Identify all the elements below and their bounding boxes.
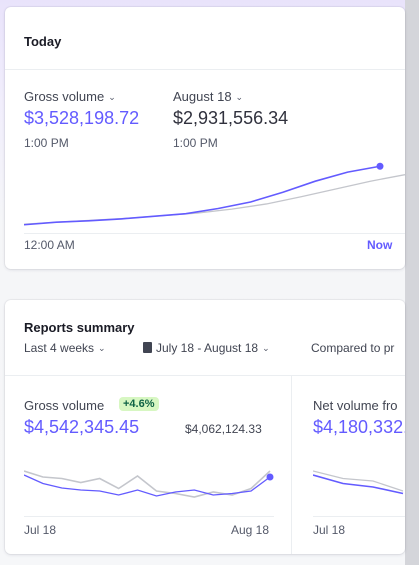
- gross-axis-start: Jul 18: [24, 523, 57, 537]
- filters-divider: [5, 375, 405, 376]
- reports-summary-title: Reports summary: [24, 320, 135, 335]
- gross-volume-dropdown[interactable]: Gross volume ⌄: [24, 89, 116, 104]
- compare-date-dropdown[interactable]: August 18 ⌄: [173, 89, 243, 104]
- current-point-marker: [266, 473, 274, 481]
- gross-volume-previous: $4,062,124.33: [185, 422, 262, 436]
- scrollbar-track[interactable]: [405, 0, 419, 565]
- chevron-down-icon: ⌄: [262, 343, 270, 354]
- gross-volume-tile-label: Gross volume: [24, 398, 105, 413]
- compare-filter-label: Compared to pr: [311, 341, 395, 355]
- gross-volume-value: $3,528,198.72: [24, 108, 140, 128]
- today-line-chart: [24, 162, 405, 226]
- compare-filter-dropdown[interactable]: Compared to pr: [311, 341, 394, 355]
- sparkline-baseline: [24, 516, 274, 517]
- net-volume-sparkline: [313, 470, 404, 495]
- net-axis-start: Jul 18: [313, 523, 346, 537]
- date-range-label: July 18 - August 18: [156, 341, 259, 355]
- compare-time: 1:00 PM: [173, 136, 218, 150]
- comparison-series-line: [313, 470, 404, 492]
- today-card-header: Today: [5, 7, 405, 70]
- today-title: Today: [24, 34, 62, 49]
- reports-summary-card: Reports summary Last 4 weeks ⌄ July 18 - …: [5, 300, 405, 554]
- date-range-dropdown[interactable]: July 18 - August 18 ⌄: [143, 341, 270, 355]
- axis-now-label[interactable]: Now: [367, 238, 392, 252]
- gross-volume-time: 1:00 PM: [24, 136, 69, 150]
- today-card: Today Gross volume ⌄ $3,528,198.72 1:00 P…: [5, 7, 405, 269]
- axis-start-label: 12:00 AM: [24, 238, 75, 252]
- current-series-line: [24, 165, 381, 226]
- period-filter-label: Last 4 weeks: [24, 341, 95, 355]
- gross-volume-tile-value: $4,542,345.45: [24, 417, 140, 437]
- gross-volume-label: Gross volume: [24, 89, 105, 104]
- net-sparkline-baseline: [313, 516, 405, 517]
- compare-value: $2,931,556.34: [173, 108, 289, 128]
- chevron-down-icon: ⌄: [98, 343, 106, 354]
- current-point-marker: [376, 162, 384, 170]
- period-filter-dropdown[interactable]: Last 4 weeks ⌄: [24, 341, 106, 355]
- tiles-divider: [291, 376, 292, 554]
- current-series-line: [313, 474, 404, 495]
- gross-volume-sparkline: [24, 470, 274, 498]
- calendar-icon: [143, 342, 152, 353]
- compare-date-label: August 18: [173, 89, 232, 104]
- net-volume-tile-label: Net volume fro: [313, 398, 398, 413]
- change-badge: +4.6%: [119, 397, 159, 411]
- gross-axis-end: Aug 18: [231, 523, 270, 537]
- chart-baseline: [24, 233, 405, 234]
- chevron-down-icon: ⌄: [108, 92, 116, 103]
- net-volume-tile-value: $4,180,332.: [313, 417, 405, 437]
- chevron-down-icon: ⌄: [235, 92, 244, 103]
- comparison-series-line: [24, 174, 405, 225]
